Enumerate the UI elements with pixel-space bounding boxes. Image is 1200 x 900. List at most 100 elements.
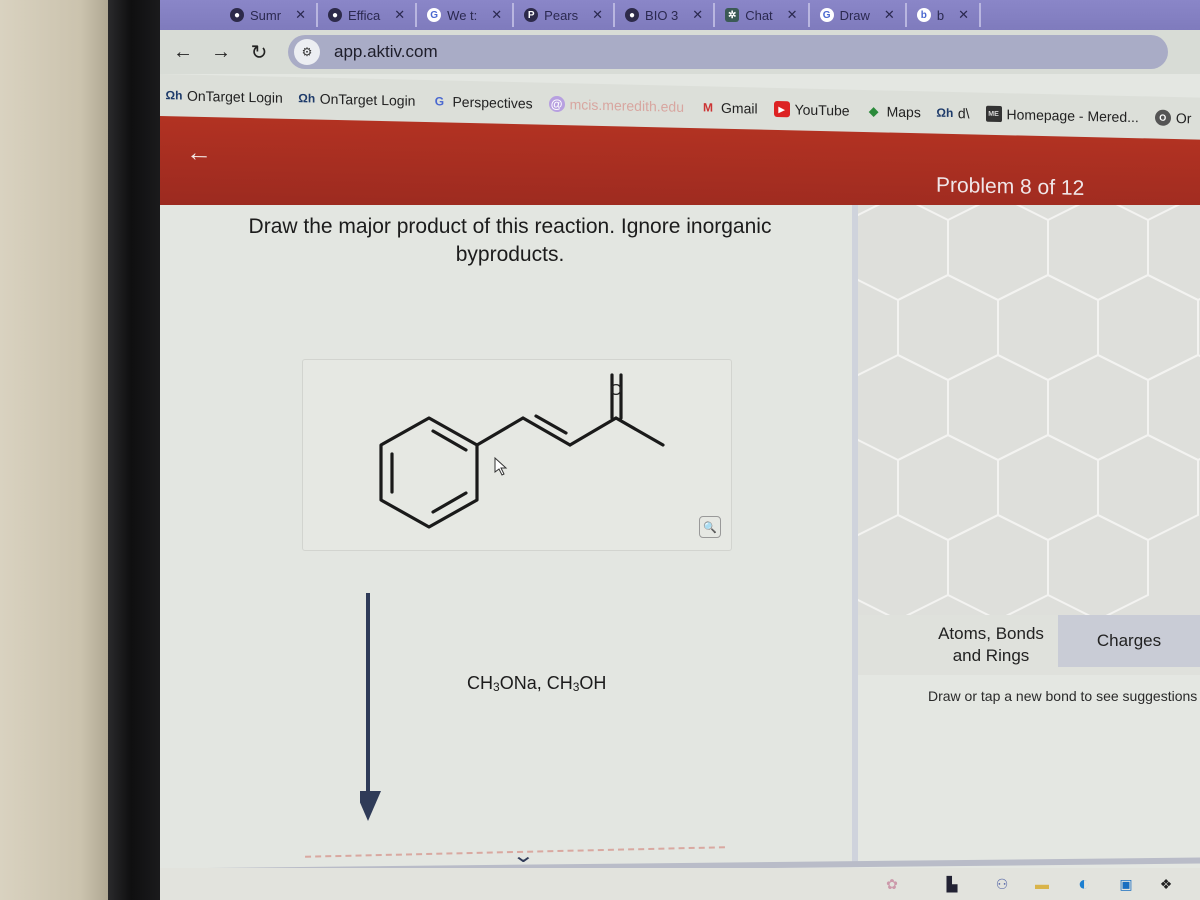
close-icon[interactable]: ✕ (958, 7, 969, 23)
drawing-canvas[interactable] (858, 205, 1200, 620)
tab-label: We t: (447, 7, 478, 23)
bookmark-label: mcis.meredith.edu (569, 96, 685, 115)
single-bond (475, 416, 525, 447)
tool-tabs: Atoms, Bonds and Rings Charges (858, 615, 1200, 675)
taskbar: ✿ ▙ ⚇ ▬ ◐ ▣ ❖ (160, 868, 1200, 900)
address-bar[interactable]: ⚙ app.aktiv.com (288, 35, 1168, 69)
bookmark[interactable]: ◆ Maps (866, 103, 921, 120)
reagent-text: OH (579, 673, 607, 693)
reagents-label: CH3ONa, CH3OH (467, 673, 606, 694)
store-icon[interactable]: ▣ (1116, 874, 1136, 894)
bookmark-label: Maps (886, 103, 921, 121)
homepage-icon: ME (985, 105, 1002, 123)
background-wall (0, 0, 115, 900)
close-icon[interactable]: ✕ (884, 7, 895, 23)
ontarget-icon: Ωh (165, 88, 183, 103)
bookmark[interactable]: @ mcis.meredith.edu (548, 95, 685, 115)
tab-label: Effica (347, 7, 381, 23)
browser-tab[interactable]: ● Effica ✕ (318, 3, 418, 27)
other-bookmark-icon: O (1154, 109, 1171, 126)
app-back-button[interactable]: ← (186, 137, 212, 169)
site-settings-icon[interactable]: ⚙ (294, 39, 320, 65)
browser-tab[interactable]: b b ✕ (907, 3, 981, 27)
mouse-cursor (494, 456, 508, 476)
globe-icon: ● (625, 8, 640, 22)
grid-hexagon (1147, 205, 1200, 302)
ontarget-icon: Ωh (298, 91, 316, 106)
bookmark[interactable]: ▶ YouTube (773, 100, 850, 119)
browser-tab[interactable]: ● BIO 3 ✕ (615, 3, 716, 27)
bookmark-label: Gmail (721, 99, 758, 117)
close-icon[interactable]: ✕ (692, 7, 703, 23)
widgets-icon[interactable]: ✿ (882, 874, 902, 894)
google-icon: G (434, 94, 445, 109)
reactant-structure: O 🔍 (302, 359, 732, 551)
browser-tab[interactable]: G Draw ✕ (810, 3, 907, 27)
reload-button[interactable]: ↻ (244, 40, 274, 65)
youtube-icon: ▶ (773, 100, 790, 118)
bookmark[interactable]: Ωh OnTarget Login (166, 87, 283, 106)
browser-tab[interactable]: G We t: ✕ (417, 3, 515, 27)
benzene-ring (379, 416, 479, 529)
grid-hexagon (947, 205, 1049, 302)
ontarget-icon: Ωh (936, 105, 954, 121)
reagent-text: ONa (499, 673, 537, 693)
close-icon[interactable]: ✕ (295, 7, 306, 23)
bookmark[interactable]: M Gmail (700, 99, 758, 117)
grid-hexagon (858, 513, 949, 620)
zoom-structure-button[interactable]: 🔍 (699, 516, 721, 538)
reaction-arrow (360, 593, 381, 821)
gmail-icon: M (703, 100, 714, 115)
edge-icon[interactable]: ◐ (1074, 873, 1094, 895)
double-bond-inner (534, 414, 568, 435)
close-icon[interactable]: ✕ (394, 7, 405, 23)
browser-tab[interactable]: ● Sumr ✕ (160, 3, 318, 27)
grid-hexagon (1047, 513, 1149, 620)
taskview-icon[interactable]: ▙ (942, 874, 962, 894)
url-text[interactable]: app.aktiv.com (334, 42, 438, 62)
google-icon: G (427, 8, 442, 22)
bookmark[interactable]: Ωh d\ (936, 105, 969, 121)
aromatic-inner-bond (431, 429, 468, 452)
file-explorer-icon[interactable]: ▬ (1032, 874, 1052, 894)
maps-icon: ◆ (868, 104, 879, 119)
globe-icon: ● (327, 8, 342, 22)
bookmark[interactable]: G Perspectives (431, 93, 533, 112)
hex-grid (858, 205, 1200, 620)
forward-button[interactable]: → (206, 41, 236, 64)
pearson-icon: P (524, 8, 539, 22)
bookmark-label: Homepage - Mered... (1006, 106, 1139, 126)
tab-charges[interactable]: Charges (1058, 615, 1200, 667)
reagent-text: CH (467, 673, 493, 693)
grid-hexagon (1047, 205, 1149, 302)
close-icon[interactable]: ✕ (491, 7, 502, 23)
grid-hexagon (1147, 353, 1200, 462)
drawing-hint: Draw or tap a new bond to see suggestion… (928, 688, 1198, 704)
google-icon: G (819, 8, 834, 22)
bookmark-label: OnTarget Login (187, 87, 283, 106)
problem-counter: Problem 8 of 12 (936, 173, 1085, 200)
back-button[interactable]: ← (168, 41, 198, 64)
bookmark[interactable]: ME Homepage - Mered... (985, 105, 1139, 126)
browser-tab[interactable]: ✲ Chat ✕ (715, 3, 810, 27)
methyl-bond (614, 416, 665, 447)
grid-hexagon (947, 513, 1049, 620)
reagent-subscript: 3 (572, 680, 580, 694)
grid-hexagon (858, 205, 949, 302)
close-icon[interactable]: ✕ (787, 7, 798, 23)
tab-atoms-bonds-rings[interactable]: Atoms, Bonds and Rings (926, 623, 1056, 667)
bookmark-label: Or (1175, 110, 1192, 127)
arrow-head (360, 791, 381, 821)
grid-hexagon (997, 433, 1099, 542)
globe-icon: ● (230, 8, 244, 22)
bookmark[interactable]: Ωh OnTarget Login (298, 90, 415, 109)
bookmark[interactable]: O Or (1154, 109, 1192, 127)
close-icon[interactable]: ✕ (592, 7, 603, 23)
screen: ● Sumr ✕ ● Effica ✕ G We t: ✕ P Pears ✕ … (160, 0, 1200, 900)
dropbox-icon[interactable]: ❖ (1156, 874, 1176, 894)
teams-icon[interactable]: ⚇ (992, 874, 1012, 894)
reagent-text: CH (546, 673, 573, 693)
browser-tab[interactable]: P Pears ✕ (514, 3, 616, 27)
reactant-molecule: O (379, 373, 665, 529)
monitor-bezel (108, 0, 166, 900)
